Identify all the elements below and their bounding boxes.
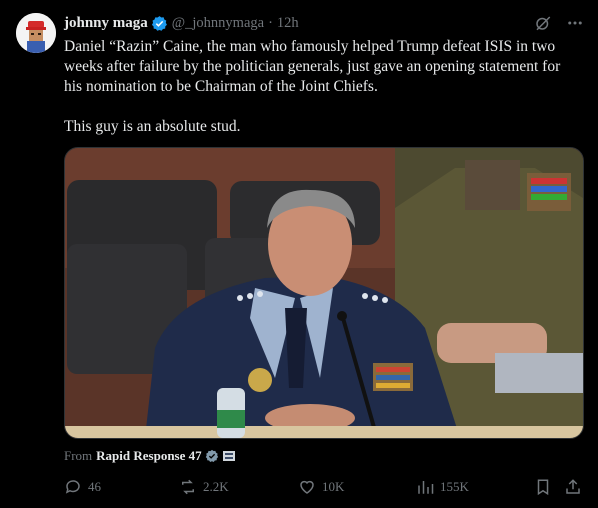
post-text: Daniel “Razin” Caine, the man who famous… xyxy=(64,38,561,135)
like-button[interactable]: 10K xyxy=(298,478,344,496)
post-video[interactable] xyxy=(64,147,584,439)
display-name[interactable]: johnny maga xyxy=(64,15,148,32)
bookmark-button[interactable] xyxy=(534,478,552,496)
bookmark-icon xyxy=(534,478,552,496)
reply-count: 46 xyxy=(88,479,101,494)
views-icon xyxy=(416,478,434,496)
verified-badge-icon[interactable] xyxy=(151,15,168,32)
timestamp[interactable]: 12h xyxy=(277,15,299,32)
reply-button[interactable]: 46 xyxy=(64,478,101,496)
views-button[interactable]: 155K xyxy=(416,478,469,496)
verified-badge-icon xyxy=(205,449,219,463)
more-icon[interactable] xyxy=(566,14,584,32)
from-label: From xyxy=(64,448,93,463)
post-header: johnny maga @_johnnymaga · 12h xyxy=(64,13,584,33)
affiliate-badge-icon xyxy=(222,449,236,463)
avatar[interactable] xyxy=(16,13,56,53)
action-bar: 46 2.2K 10K 155K xyxy=(64,478,584,498)
source-name[interactable]: Rapid Response 47 xyxy=(96,448,201,464)
repost-icon xyxy=(179,478,197,496)
like-icon xyxy=(298,478,316,496)
repost-button[interactable]: 2.2K xyxy=(179,478,229,496)
source-attribution: From Rapid Response 47 xyxy=(64,447,236,465)
share-button[interactable] xyxy=(564,478,582,496)
grok-icon[interactable] xyxy=(534,14,552,32)
handle[interactable]: @_johnnymaga xyxy=(172,15,264,32)
repost-count: 2.2K xyxy=(203,479,229,494)
share-icon xyxy=(564,478,582,496)
reply-icon xyxy=(64,478,82,496)
separator-dot: · xyxy=(268,14,273,31)
view-count: 155K xyxy=(440,479,469,494)
like-count: 10K xyxy=(322,479,345,494)
